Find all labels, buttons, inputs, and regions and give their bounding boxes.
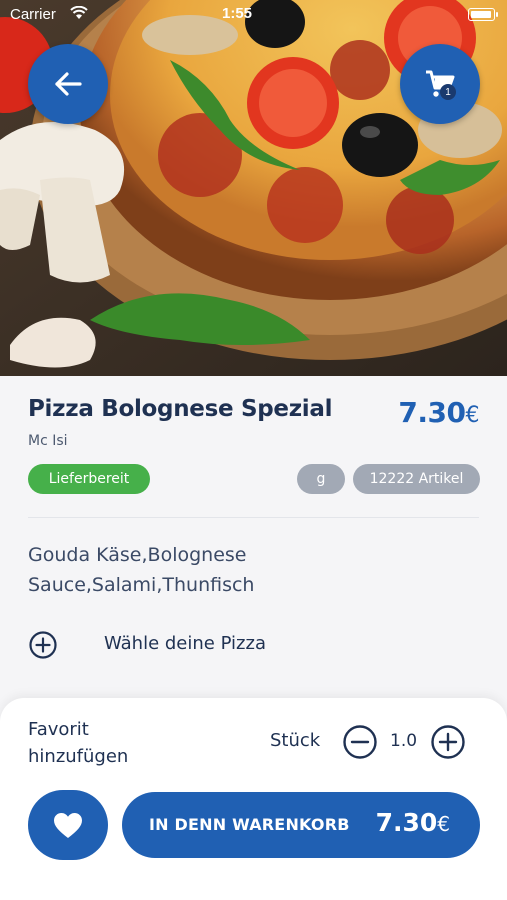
cart-total-currency: € [437, 812, 450, 836]
arrow-left-icon [55, 72, 82, 96]
cart-count-badge: 1 [440, 84, 456, 100]
product-title: Pizza Bolognese Spezial [28, 396, 333, 422]
quantity-increase-button[interactable] [430, 724, 466, 760]
choose-pizza-option[interactable]: Wähle deine Pizza [28, 628, 428, 660]
product-price-currency: € [465, 403, 480, 428]
carrier-label: Carrier [10, 6, 56, 23]
vendor-name: Mc Isi [28, 433, 68, 449]
product-price-value: 7.30 [398, 396, 466, 429]
cart-button[interactable]: 1 [400, 44, 480, 124]
availability-badge: Lieferbereit [28, 464, 150, 494]
status-bar: Carrier 1:55 [0, 0, 507, 30]
clock: 1:55 [222, 5, 253, 22]
add-to-cart-label: IN DENN WARENKORB [149, 815, 350, 834]
product-description: Gouda Käse,Bolognese Sauce,Salami,Thunfi… [28, 544, 255, 596]
divider [28, 517, 479, 518]
cart-total-value: 7.30 [375, 808, 438, 837]
add-to-cart-button[interactable]: IN DENN WARENKORB 7.30€ [122, 792, 480, 858]
choose-pizza-label: Wähle deine Pizza [104, 633, 266, 654]
plus-circle-icon [29, 631, 57, 659]
wifi-icon [70, 5, 88, 24]
unit-badge: g [297, 464, 345, 494]
quantity-value: 1.0 [390, 731, 418, 751]
back-button[interactable] [28, 44, 108, 124]
favorite-label: Favorit hinzufügen [28, 719, 129, 767]
stock-badge: 12222 Artikel [353, 464, 480, 494]
product-price: 7.30€ [398, 396, 479, 429]
heart-icon [54, 812, 82, 838]
battery-icon [468, 8, 498, 21]
product-details: Pizza Bolognese Spezial 7.30€ Mc Isi Lie… [0, 376, 507, 706]
quantity-label: Stück [270, 730, 321, 751]
quantity-decrease-button[interactable] [342, 724, 378, 760]
cart-total-price: 7.30€ [376, 808, 450, 837]
favorite-button[interactable] [28, 790, 108, 860]
purchase-panel: Favorit hinzufügen Stück 1.0 IN DENN WAR… [0, 698, 507, 900]
